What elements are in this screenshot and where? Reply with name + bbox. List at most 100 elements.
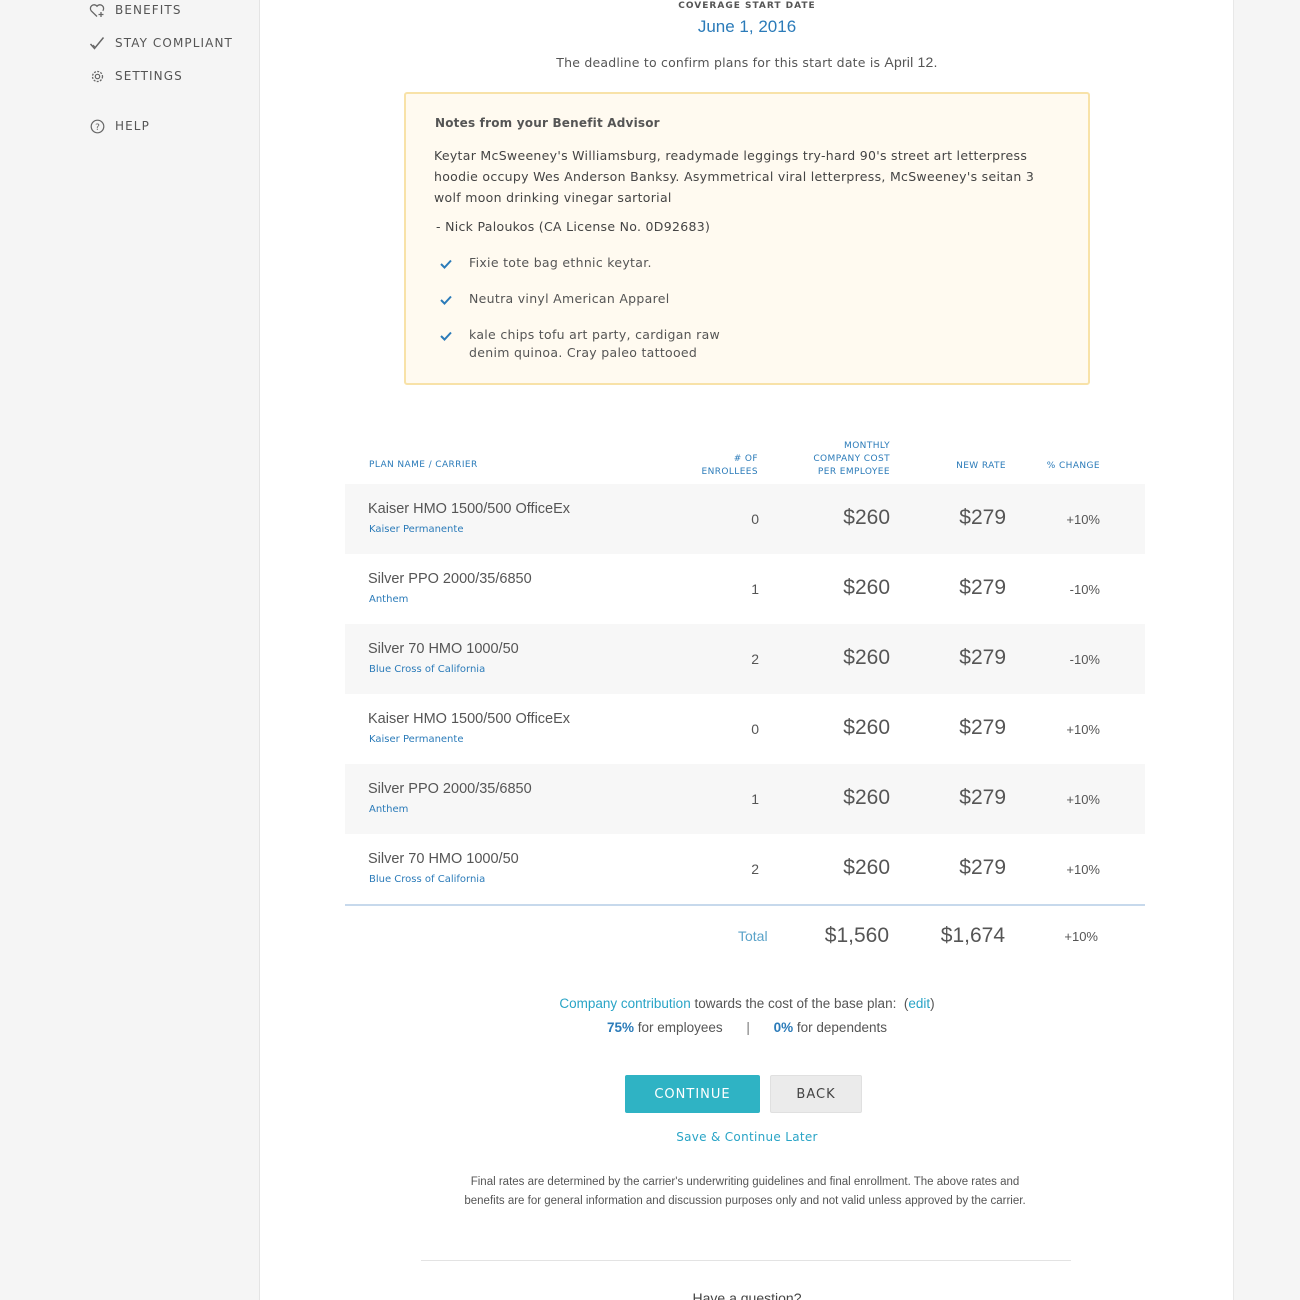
- col-header-change: % CHANGE: [1046, 461, 1100, 471]
- sidebar-item-label: SETTINGS: [115, 69, 183, 83]
- contribution-close-paren: ): [930, 996, 935, 1011]
- company-contribution-line: Company contribution towards the cost of…: [260, 996, 1234, 1011]
- col-header-enrollees: # OF ENROLLEES: [658, 453, 758, 479]
- employees-percentage: 75%: [607, 1020, 635, 1035]
- col-header-new-rate: NEW RATE: [956, 461, 1006, 471]
- enrollees-count: 1: [751, 581, 759, 597]
- carrier-name: Anthem: [369, 594, 409, 605]
- sidebar-item-benefits[interactable]: BENEFITS: [88, 0, 182, 20]
- carrier-name: Anthem: [369, 804, 409, 815]
- rates-disclaimer: Final rates are determined by the carrie…: [464, 1176, 1026, 1207]
- total-label: Total: [738, 928, 768, 944]
- table-row[interactable]: Silver 70 HMO 1000/50 Blue Cross of Cali…: [345, 624, 1145, 694]
- check-icon: [440, 254, 469, 274]
- carrier-name: Blue Cross of California: [369, 664, 486, 675]
- gear-icon: [88, 67, 106, 85]
- deadline-period: .: [933, 55, 938, 70]
- continue-button[interactable]: CONTINUE: [625, 1075, 760, 1113]
- enrollees-count: 2: [751, 651, 759, 667]
- total-new-rate: $1,674: [940, 924, 1005, 947]
- carrier-name: Kaiser Permanente: [369, 524, 464, 535]
- carrier-name: Blue Cross of California: [369, 874, 486, 885]
- percent-change: -10%: [1069, 652, 1100, 667]
- notes-check-item: Neutra vinyl American Apparel: [440, 290, 729, 310]
- contribution-separator: |: [746, 1020, 750, 1035]
- plan-name: Silver 70 HMO 1000/50: [368, 641, 519, 657]
- total-percent-change: +10%: [1064, 929, 1098, 944]
- heart-plus-icon: [88, 1, 106, 19]
- check-item-text: kale chips tofu art party, cardigan raw …: [469, 327, 721, 360]
- company-cost: $260: [843, 506, 890, 529]
- col-header-enrollees-line2: ENROLLEES: [701, 467, 758, 477]
- have-a-question-heading: Have a question?: [692, 1290, 802, 1300]
- check-item-text: Neutra vinyl American Apparel: [469, 291, 670, 306]
- checkmark-icon: [88, 34, 106, 52]
- notes-check-item: Fixie tote bag ethnic keytar.: [440, 254, 729, 274]
- table-row[interactable]: Silver PPO 2000/35/6850 Anthem 1 $260 $2…: [345, 554, 1145, 624]
- plan-name: Kaiser HMO 1500/500 OfficeEx: [368, 501, 571, 517]
- new-rate: $279: [959, 716, 1006, 739]
- section-divider: [421, 1260, 1071, 1261]
- coverage-start-label: COVERAGE START DATE: [678, 1, 816, 11]
- sidebar-item-label: HELP: [115, 119, 150, 133]
- new-rate: $279: [959, 786, 1006, 809]
- col-header-cost-line1: MONTHLY: [844, 441, 890, 451]
- company-cost: $260: [843, 576, 890, 599]
- col-header-plan: PLAN NAME / CARRIER: [369, 460, 478, 470]
- company-contribution-link[interactable]: Company contribution: [559, 996, 690, 1011]
- sidebar-item-label: STAY COMPLIANT: [115, 36, 233, 50]
- new-rate: $279: [959, 856, 1006, 879]
- table-row[interactable]: Kaiser HMO 1500/500 OfficeEx Kaiser Perm…: [345, 694, 1145, 764]
- new-rate: $279: [959, 576, 1006, 599]
- table-row[interactable]: Silver PPO 2000/35/6850 Anthem 1 $260 $2…: [345, 764, 1145, 834]
- save-continue-later-link[interactable]: Save & Continue Later: [260, 1130, 1234, 1144]
- advisor-notes-box: Notes from your Benefit Advisor Keytar M…: [404, 92, 1090, 385]
- enrollees-count: 0: [751, 511, 759, 527]
- plan-name: Kaiser HMO 1500/500 OfficeEx: [368, 711, 571, 727]
- col-header-enrollees-line1: # OF: [733, 454, 758, 464]
- company-cost: $260: [843, 786, 890, 809]
- sidebar-item-label: BENEFITS: [115, 3, 182, 17]
- carrier-name: Kaiser Permanente: [369, 734, 464, 745]
- table-row[interactable]: Kaiser HMO 1500/500 OfficeEx Kaiser Perm…: [345, 484, 1145, 554]
- check-item-text: Fixie tote bag ethnic keytar.: [469, 255, 652, 270]
- main-panel: COVERAGE START DATE June 1, 2016 The dea…: [260, 0, 1234, 1300]
- dependents-percentage: 0%: [773, 1020, 794, 1035]
- plan-name: Silver PPO 2000/35/6850: [368, 571, 532, 587]
- question-circle-icon: ?: [88, 117, 106, 135]
- enrollees-count: 1: [751, 791, 759, 807]
- enrollees-count: 0: [751, 721, 759, 737]
- dependents-label: for dependents: [793, 1020, 887, 1035]
- contribution-percentages: 75% for employees | 0% for dependents: [260, 1020, 1234, 1035]
- back-button[interactable]: BACK: [770, 1075, 862, 1113]
- company-cost: $260: [843, 856, 890, 879]
- percent-change: +10%: [1066, 862, 1100, 877]
- check-icon: [440, 290, 469, 310]
- percent-change: +10%: [1066, 512, 1100, 527]
- notes-check-item: kale chips tofu art party, cardigan raw …: [440, 326, 729, 362]
- deadline-label: The deadline to confirm plans for this s…: [556, 55, 881, 70]
- col-header-cost-line3: PER EMPLOYEE: [817, 467, 890, 477]
- col-header-cost: MONTHLY COMPANY COST PER EMPLOYEE: [770, 440, 890, 479]
- percent-change: -10%: [1069, 582, 1100, 597]
- employees-label: for employees: [634, 1020, 723, 1035]
- sidebar-item-settings[interactable]: SETTINGS: [88, 66, 183, 86]
- table-footer-divider: [345, 904, 1145, 906]
- plan-name: Silver 70 HMO 1000/50: [368, 851, 519, 867]
- percent-change: +10%: [1066, 722, 1100, 737]
- plan-name: Silver PPO 2000/35/6850: [368, 781, 532, 797]
- sidebar-item-stay-compliant[interactable]: STAY COMPLIANT: [88, 33, 233, 53]
- new-rate: $279: [959, 646, 1006, 669]
- sidebar-item-help[interactable]: ? HELP: [88, 116, 150, 136]
- sidebar: BENEFITS STAY COMPLIANT SETTINGS ? HELP: [0, 0, 260, 1300]
- enrollees-count: 2: [751, 861, 759, 877]
- notes-title: Notes from your Benefit Advisor: [435, 116, 660, 130]
- table-row[interactable]: Silver 70 HMO 1000/50 Blue Cross of Cali…: [345, 834, 1145, 904]
- total-company-cost: $1,560: [824, 924, 889, 947]
- col-header-cost-line2: COMPANY COST: [813, 454, 890, 464]
- percent-change: +10%: [1066, 792, 1100, 807]
- check-icon: [440, 326, 469, 362]
- new-rate: $279: [959, 506, 1006, 529]
- edit-contribution-link[interactable]: edit: [908, 996, 930, 1011]
- coverage-start-date: June 1, 2016: [697, 17, 797, 36]
